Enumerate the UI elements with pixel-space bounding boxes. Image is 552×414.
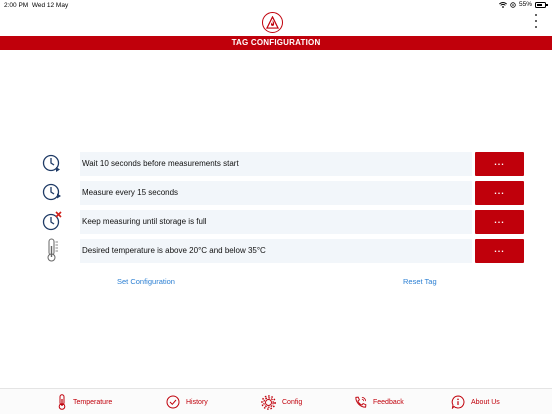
tab-config[interactable]: Config xyxy=(261,394,302,410)
tab-label: Temperature xyxy=(73,398,113,406)
config-row-text: Keep measuring until storage is full xyxy=(82,217,207,226)
config-row-text: Desired temperature is above 20°C and be… xyxy=(82,246,266,255)
status-time-date: 2:00 PM Wed 12 May xyxy=(4,2,69,9)
config-row-text: Measure every 15 seconds xyxy=(82,188,179,197)
clock-play-icon xyxy=(41,151,63,175)
edit-temperature-range-button[interactable]: ... xyxy=(475,239,524,263)
config-row-temperature-range: Desired temperature is above 20°C and be… xyxy=(80,239,472,263)
tab-history[interactable]: History xyxy=(166,394,208,410)
history-icon xyxy=(166,395,180,409)
status-indicators: 55% xyxy=(499,1,548,8)
config-row-text: Wait 10 seconds before measurements star… xyxy=(82,159,239,168)
set-configuration-button[interactable]: Set Configuration xyxy=(117,277,175,286)
battery-icon xyxy=(535,1,548,8)
battery-percent: 55% xyxy=(518,1,532,8)
tab-temperature[interactable]: Temperature xyxy=(57,394,112,410)
gear-icon xyxy=(261,394,276,410)
config-row-stop-condition: Keep measuring until storage is full xyxy=(80,210,472,234)
bottom-tab-bar: Temperature History Config Feedback Abou… xyxy=(0,388,552,414)
reset-tag-button[interactable]: Reset Tag xyxy=(403,277,437,286)
info-icon xyxy=(451,395,465,409)
tab-label: Config xyxy=(282,398,303,406)
clock-interval-icon xyxy=(41,180,63,204)
thermometer-icon xyxy=(58,394,66,410)
clock-stop-icon xyxy=(41,209,63,233)
more-vertical-icon[interactable] xyxy=(532,14,540,28)
thermometer-icon xyxy=(41,238,63,262)
status-bar: 2:00 PM Wed 12 May 55% xyxy=(0,0,552,12)
edit-stop-condition-button[interactable]: ... xyxy=(475,210,524,234)
tab-feedback[interactable]: Feedback xyxy=(354,394,404,410)
config-row-start-delay: Wait 10 seconds before measurements star… xyxy=(80,152,472,176)
phone-icon xyxy=(355,396,367,408)
edit-interval-button[interactable]: ... xyxy=(475,181,524,205)
flame-logo-icon xyxy=(262,12,283,33)
tab-label: About Us xyxy=(471,398,500,406)
config-row-interval: Measure every 15 seconds xyxy=(80,181,472,205)
tab-label: History xyxy=(186,398,208,406)
wifi-icon xyxy=(499,1,507,8)
page-title: TAG CONFIGURATION xyxy=(0,36,552,50)
tab-about-us[interactable]: About Us xyxy=(451,394,500,410)
location-icon xyxy=(510,1,516,8)
tab-label: Feedback xyxy=(373,398,404,406)
edit-start-delay-button[interactable]: ... xyxy=(475,152,524,176)
tag-configuration-screen: 2:00 PM Wed 12 May 55% TAG CONFIGURATION xyxy=(0,0,552,414)
